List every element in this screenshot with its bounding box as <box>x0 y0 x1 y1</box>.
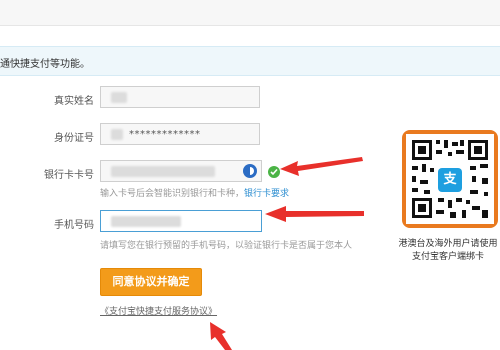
arrow-icon <box>210 322 232 350</box>
annotation-arrows <box>210 157 364 350</box>
arrow-icon <box>280 157 363 176</box>
arrow-icon <box>265 206 364 222</box>
